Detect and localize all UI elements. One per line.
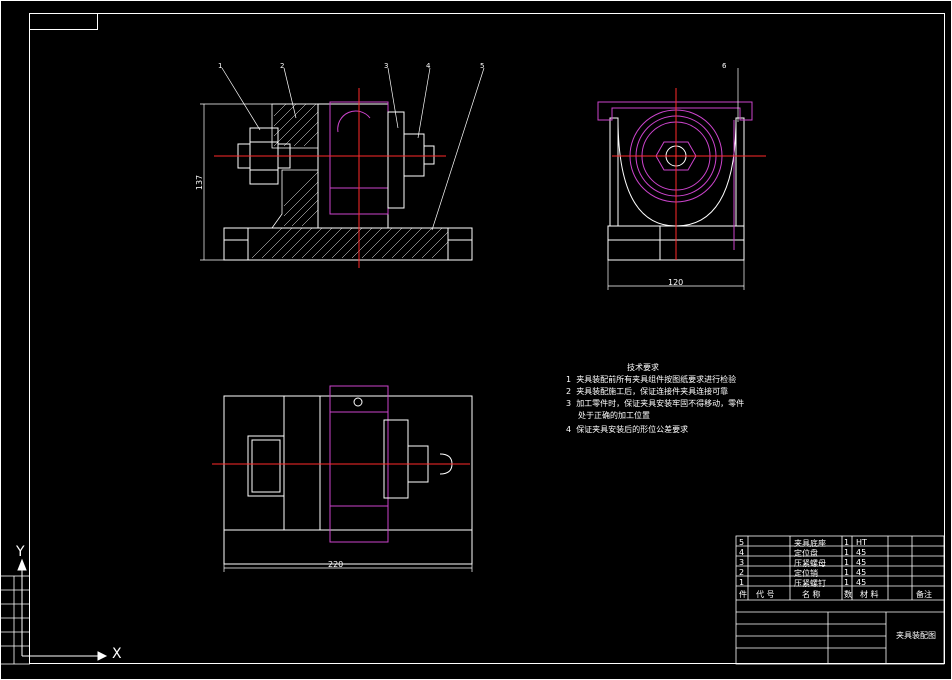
- tb-header-remark: 备注: [916, 590, 932, 599]
- right-nut: [387, 111, 435, 209]
- tech-req-item: 4 保证夹具安装后的形位公差要求: [566, 425, 689, 434]
- dim-front-height: 137: [195, 174, 205, 191]
- dim-side-width: 120: [668, 278, 684, 287]
- top-view: [212, 385, 473, 572]
- tb-row-material: 45: [856, 558, 867, 567]
- tech-req-item: 2 夹具装配施工后，保证连接件夹具连接可靠: [566, 387, 729, 396]
- tb-row-num: 3: [739, 558, 745, 567]
- tech-req-item: 3 加工零件时，保证夹具安装牢固不得移动，零件: [566, 399, 745, 408]
- tb-row-qty: 1: [844, 538, 850, 547]
- tb-row-qty: 1: [844, 568, 850, 577]
- side-view: [597, 68, 766, 290]
- tech-req-title: 技术要求: [627, 363, 659, 372]
- left-strip: [0, 575, 30, 665]
- axis-x-label: X: [112, 646, 122, 662]
- title-block-frame: [735, 535, 945, 665]
- tb-row-qty: 1: [844, 558, 850, 567]
- axis-y-label: Y: [16, 544, 25, 560]
- tb-row-material: HT: [856, 538, 867, 547]
- tech-req-item: 处于正确的加工位置: [578, 411, 650, 420]
- tb-row-material: 45: [856, 578, 867, 587]
- front-view: [200, 67, 485, 268]
- hatch-lines: [251, 103, 449, 259]
- tb-header-qty: 数: [844, 590, 852, 599]
- tb-drawing-name: 夹具装配图: [896, 631, 936, 640]
- tb-row-qty: 1: [844, 548, 850, 557]
- leader-lines: [221, 67, 485, 231]
- tb-row-num: 1: [739, 578, 745, 587]
- balloon-6: 6: [722, 62, 727, 70]
- tb-row-name: 压紧螺钉: [794, 579, 826, 588]
- tb-header-name: 名 称: [802, 590, 821, 599]
- dim-top-width: 220: [328, 560, 344, 569]
- tb-row-material: 45: [856, 568, 867, 577]
- balloon-3: 3: [384, 62, 389, 70]
- tb-header-num: 件: [739, 590, 747, 599]
- balloon-2: 2: [280, 62, 285, 70]
- tech-req-item: 1 夹具装配前所有夹具组件按图纸要求进行检验: [566, 375, 737, 384]
- corner-label-box: [29, 13, 98, 30]
- tb-row-num: 4: [739, 548, 745, 557]
- tb-row-num: 2: [739, 568, 745, 577]
- tb-row-material: 45: [856, 548, 867, 557]
- side-workpiece: [597, 101, 753, 250]
- tb-row-qty: 1: [844, 578, 850, 587]
- tb-header-material: 材 料: [860, 590, 879, 599]
- axis-indicator: [17, 558, 108, 661]
- tb-row-num: 5: [739, 538, 745, 547]
- tb-header-code: 代 号: [756, 590, 775, 599]
- balloon-4: 4: [426, 62, 431, 70]
- balloon-5: 5: [480, 62, 485, 70]
- balloon-1: 1: [218, 62, 223, 70]
